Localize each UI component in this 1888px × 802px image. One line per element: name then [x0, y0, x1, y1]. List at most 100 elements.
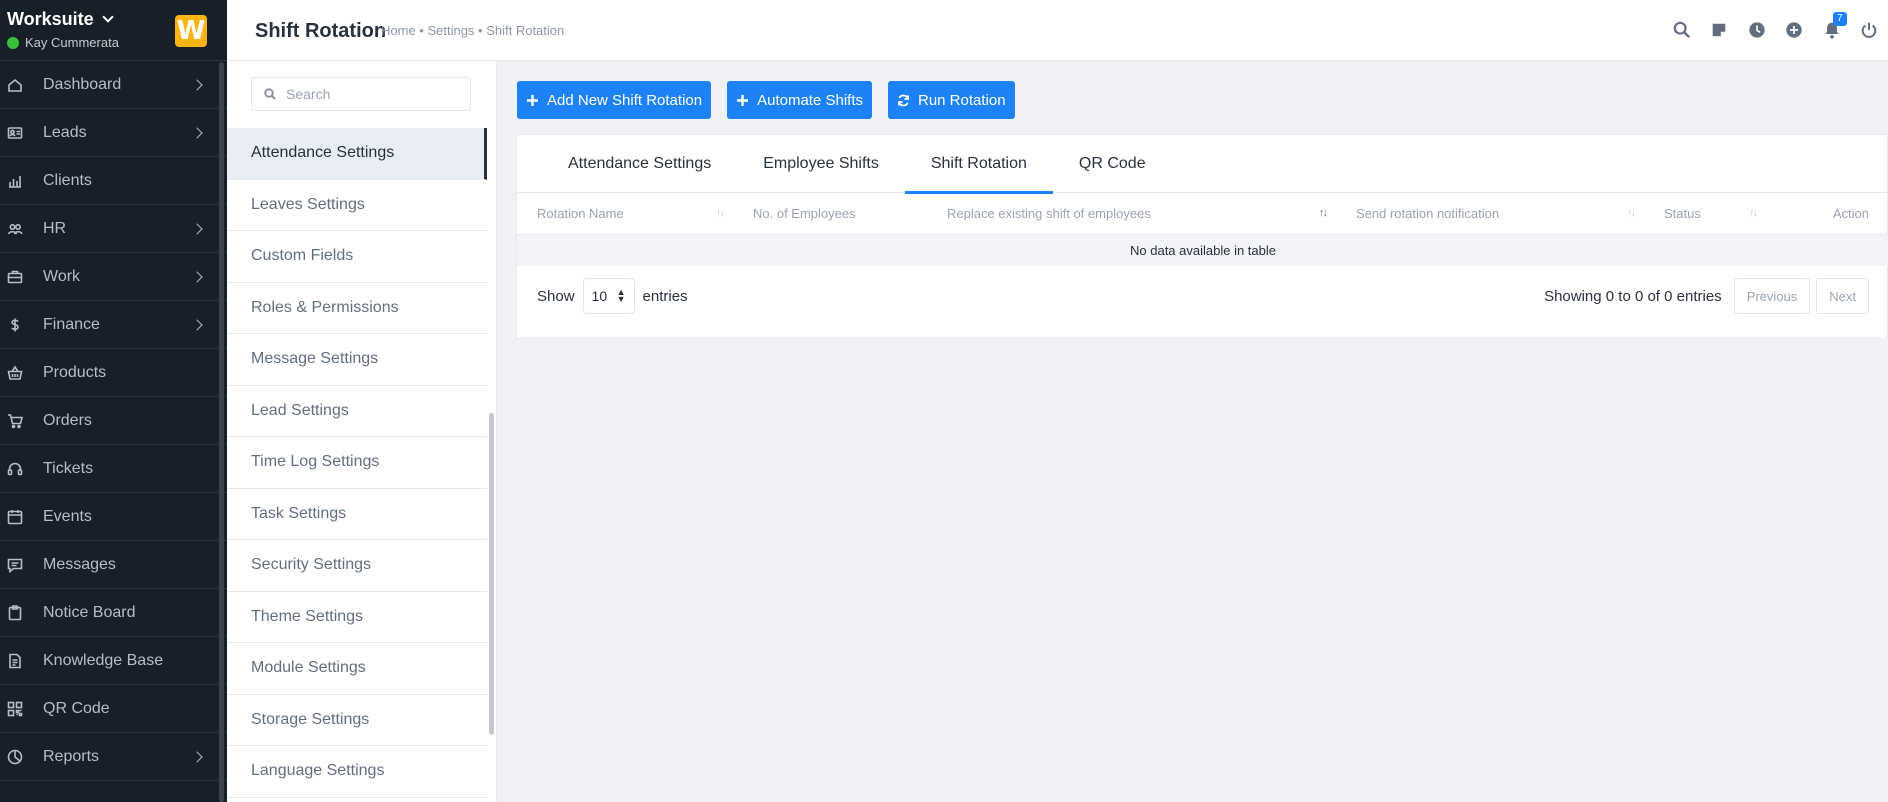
settings-item-language-settings[interactable]: Language Settings	[227, 746, 487, 798]
sidebar-item-label: Events	[43, 507, 92, 525]
clock-icon[interactable]	[1738, 18, 1776, 42]
column-send-rotation-notification[interactable]: Send rotation notification ↑↓	[1336, 194, 1644, 235]
bell-icon[interactable]: 7	[1813, 12, 1851, 42]
sidebar-item-messages[interactable]: Messages	[0, 541, 227, 589]
sidebar-item-label: HR	[43, 219, 67, 237]
page-size-select[interactable]: 10 ▲ ▼	[582, 278, 635, 314]
chevron-right-icon	[191, 271, 203, 283]
chevron-right-icon	[191, 127, 203, 139]
sidebar-item-finance[interactable]: Finance	[0, 301, 227, 349]
breadcrumb[interactable]: Home • Settings • Shift Rotation	[381, 23, 564, 38]
settings-item-theme-settings[interactable]: Theme Settings	[227, 592, 487, 643]
settings-item-time-log-settings[interactable]: Time Log Settings	[227, 437, 487, 489]
settings-item-roles-permissions[interactable]: Roles & Permissions	[227, 283, 487, 334]
tab-employee-shifts[interactable]: Employee Shifts	[737, 135, 905, 193]
sidebar-item-qr-code[interactable]: QR Code	[0, 685, 227, 733]
plus-icon	[737, 94, 749, 106]
sidebar-item-orders[interactable]: Orders	[0, 397, 227, 445]
sort-icon[interactable]: ↑↓	[716, 207, 725, 219]
sidebar-scrollbar[interactable]	[219, 62, 224, 802]
top-header: Shift Rotation Home • Settings • Shift R…	[227, 0, 1888, 61]
app-logo[interactable]: W	[175, 15, 207, 47]
sort-icon[interactable]: ↑↓	[1749, 207, 1758, 219]
settings-item-security-settings[interactable]: Security Settings	[227, 540, 487, 592]
table-header-row: Rotation Name ↑↓ No. of Employees Replace…	[517, 194, 1888, 235]
clipboard-icon	[7, 604, 23, 621]
column-replace-existing-shift[interactable]: Replace existing shift of employees ↑↓	[927, 194, 1336, 235]
column-label: Replace existing shift of employees	[947, 206, 1151, 222]
pie-chart-icon	[7, 749, 23, 765]
sidebar-item-label: QR Code	[43, 699, 110, 717]
settings-menu-scrollbar[interactable]	[489, 413, 494, 735]
sidebar-item-label: Leads	[43, 123, 87, 141]
previous-page-button[interactable]: Previous	[1733, 278, 1811, 314]
column-label: Action	[1832, 206, 1869, 222]
column-rotation-name[interactable]: Rotation Name ↑↓	[517, 194, 733, 235]
pagination: Showing 0 to 0 of 0 entries Previous Nex…	[1544, 278, 1869, 314]
headset-icon	[7, 461, 23, 477]
column-status[interactable]: Status ↑↓	[1644, 194, 1766, 235]
sticky-note-icon[interactable]	[1701, 18, 1739, 42]
settings-item-leaves-settings[interactable]: Leaves Settings	[227, 180, 487, 231]
chevron-right-icon	[191, 223, 203, 235]
show-label: Show	[537, 287, 575, 305]
settings-item-module-settings[interactable]: Module Settings	[227, 643, 487, 695]
settings-search-input[interactable]	[286, 86, 456, 102]
automate-shifts-label: Automate Shifts	[757, 91, 863, 109]
message-icon	[7, 557, 23, 573]
add-shift-rotation-label: Add New Shift Rotation	[547, 91, 703, 109]
header-icons: 7	[1663, 12, 1888, 42]
sidebar-item-work[interactable]: Work	[0, 253, 227, 301]
power-icon[interactable]	[1851, 18, 1888, 42]
table-footer: Show 10 ▲ ▼ entries Showing 0 to 0 of 0 e…	[537, 276, 1869, 316]
page-size-control: Show 10 ▲ ▼ entries	[537, 278, 688, 314]
run-rotation-button[interactable]: Run Rotation	[887, 81, 1015, 119]
sidebar-item-label: Orders	[43, 411, 92, 429]
sidebar-item-notice-board[interactable]: Notice Board	[0, 589, 227, 637]
column-action: Action	[1766, 194, 1888, 235]
shift-rotation-card: Attendance Settings Employee Shifts Shift …	[516, 134, 1888, 339]
tab-qr-code[interactable]: QR Code	[1053, 135, 1172, 193]
plus-circle-icon[interactable]	[1776, 18, 1814, 42]
add-shift-rotation-button[interactable]: Add New Shift Rotation	[517, 81, 712, 119]
settings-tabs: Attendance Settings Employee Shifts Shift …	[517, 135, 1887, 194]
sidebar-item-clients[interactable]: Clients	[0, 157, 227, 205]
settings-item-attendance-settings[interactable]: Attendance Settings	[227, 128, 487, 180]
next-page-button[interactable]: Next	[1816, 278, 1869, 314]
updown-arrow-icon: ▲ ▼	[616, 287, 626, 304]
settings-item-message-settings[interactable]: Message Settings	[227, 334, 487, 386]
home-icon	[7, 77, 23, 93]
sidebar-item-dashboard[interactable]: Dashboard	[0, 61, 227, 109]
sidebar-item-leads[interactable]: Leads	[0, 109, 227, 157]
tab-shift-rotation[interactable]: Shift Rotation	[904, 135, 1053, 194]
brand-area: Worksuite Kay Cummerata W	[0, 0, 227, 61]
sidebar-item-label: Reports	[43, 747, 100, 765]
notification-count-badge: 7	[1833, 12, 1847, 26]
sidebar-item-tickets[interactable]: Tickets	[0, 445, 227, 493]
settings-item-storage-settings[interactable]: Storage Settings	[227, 695, 487, 746]
sidebar-item-knowledge-base[interactable]: Knowledge Base	[0, 637, 227, 685]
sort-icon[interactable]: ↑↓	[1319, 207, 1328, 219]
settings-search[interactable]	[251, 77, 471, 111]
sidebar-nav: Dashboard Leads Clients HR Work Finance Produc…	[0, 61, 227, 781]
sidebar-item-reports[interactable]: Reports	[0, 733, 227, 781]
column-no-of-employees[interactable]: No. of Employees	[733, 194, 927, 235]
search-icon	[264, 88, 276, 100]
automate-shifts-button[interactable]: Automate Shifts	[727, 81, 872, 119]
basket-icon	[7, 365, 23, 381]
sidebar-item-label: Clients	[43, 171, 92, 189]
column-label: No. of Employees	[753, 206, 856, 222]
sidebar-item-events[interactable]: Events	[0, 493, 227, 541]
page-size-value: 10	[591, 288, 608, 304]
sidebar-item-label: Messages	[43, 555, 116, 573]
search-icon[interactable]	[1663, 18, 1701, 42]
tab-attendance-settings[interactable]: Attendance Settings	[551, 135, 737, 193]
sidebar-item-products[interactable]: Products	[0, 349, 227, 397]
settings-item-task-settings[interactable]: Task Settings	[227, 489, 487, 540]
settings-item-lead-settings[interactable]: Lead Settings	[227, 386, 487, 437]
settings-item-custom-fields[interactable]: Custom Fields	[227, 231, 487, 283]
sidebar-item-hr[interactable]: HR	[0, 205, 227, 253]
column-label: Send rotation notification	[1356, 206, 1500, 222]
people-icon	[7, 221, 23, 237]
sort-icon[interactable]: ↑↓	[1627, 207, 1636, 219]
